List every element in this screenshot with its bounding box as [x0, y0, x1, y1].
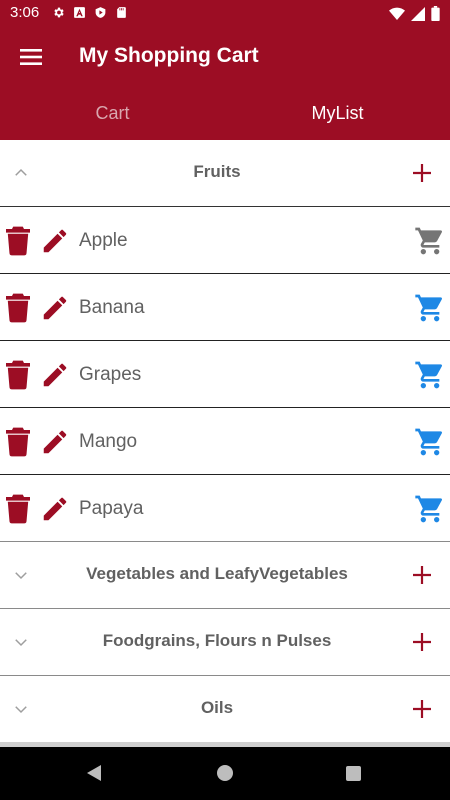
system-icons [389, 6, 440, 21]
delete-icon[interactable] [6, 494, 30, 524]
status-bar: 3:06 [0, 0, 450, 28]
list-item: Banana [0, 274, 450, 341]
sd-card-icon [117, 7, 126, 18]
group-title: Fruits [193, 162, 241, 181]
home-icon[interactable] [217, 765, 233, 781]
delete-icon[interactable] [6, 427, 30, 457]
hamburger-menu-icon [20, 49, 42, 65]
signal-icon [411, 6, 425, 21]
group-title: Foodgrains, Flours n Pulses [102, 631, 332, 650]
add-to-cart-icon[interactable] [414, 493, 446, 525]
wifi-icon [389, 7, 405, 20]
battery-icon [431, 6, 440, 21]
shield-play-icon [95, 7, 106, 18]
group-header-fruits[interactable]: Fruits [0, 140, 450, 207]
notification-icons [52, 6, 128, 19]
delete-icon[interactable] [6, 360, 30, 390]
add-item-icon[interactable] [410, 563, 434, 587]
edit-pencil-icon[interactable] [40, 293, 70, 323]
chevron-down-icon[interactable] [12, 566, 30, 584]
app-title: My Shopping Cart [79, 44, 259, 67]
item-name: Papaya [79, 498, 144, 519]
add-to-cart-icon[interactable] [414, 359, 446, 391]
item-name: Apple [79, 230, 128, 251]
add-item-icon[interactable] [410, 161, 434, 185]
item-name: Mango [79, 431, 138, 452]
a-icon [74, 7, 85, 18]
tab-mylist[interactable]: MyList [225, 86, 450, 140]
list-item: Mango [0, 408, 450, 475]
tab-bar: Cart MyList [0, 86, 450, 140]
group-header-foodgrains[interactable]: Foodgrains, Flours n Pulses [0, 609, 450, 676]
chevron-down-icon[interactable] [12, 633, 30, 651]
app-bar: My Shopping Cart [0, 28, 450, 86]
add-to-cart-icon[interactable] [414, 292, 446, 324]
gear-icon [54, 7, 64, 18]
chevron-down-icon[interactable] [12, 700, 30, 718]
status-time: 3:06 [10, 4, 40, 21]
edit-pencil-icon[interactable] [40, 494, 70, 524]
group-title: Oils [200, 698, 234, 717]
edit-pencil-icon[interactable] [40, 427, 70, 457]
edit-pencil-icon[interactable] [40, 360, 70, 390]
recents-icon[interactable] [346, 766, 361, 781]
item-name: Banana [79, 297, 145, 318]
delete-icon[interactable] [6, 293, 30, 323]
shopping-list: Fruits Apple Banana Grapes Mango Papaya … [0, 140, 450, 747]
menu-button[interactable] [14, 42, 48, 72]
item-name: Grapes [79, 364, 142, 385]
list-item: Apple [0, 207, 450, 274]
back-icon[interactable] [86, 764, 104, 782]
add-item-icon[interactable] [410, 630, 434, 654]
add-item-icon[interactable] [410, 697, 434, 721]
edit-pencil-icon[interactable] [40, 226, 70, 256]
list-item: Grapes [0, 341, 450, 408]
cart-icon[interactable] [414, 225, 446, 257]
group-header-oils[interactable]: Oils [0, 676, 450, 743]
chevron-up-icon[interactable] [12, 164, 30, 182]
group-title: Vegetables and LeafyVegetables [86, 564, 348, 583]
delete-icon[interactable] [6, 226, 30, 256]
tab-cart[interactable]: Cart [0, 86, 225, 140]
group-header-vegetables[interactable]: Vegetables and LeafyVegetables [0, 542, 450, 609]
add-to-cart-icon[interactable] [414, 426, 446, 458]
list-item: Papaya [0, 475, 450, 542]
navigation-bar [0, 747, 450, 800]
